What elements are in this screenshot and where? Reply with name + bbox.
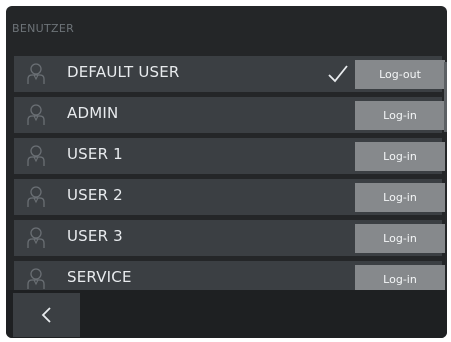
user-name: ADMIN bbox=[67, 104, 119, 122]
page-title: BENUTZER bbox=[12, 22, 75, 35]
user-row-admin: ADMIN Log-in bbox=[14, 97, 445, 133]
user-icon bbox=[27, 104, 45, 125]
user-row-user-3: USER 3 Log-in bbox=[14, 220, 445, 256]
check-icon bbox=[328, 65, 348, 83]
login-button[interactable]: Log-in bbox=[355, 142, 445, 171]
user-icon bbox=[27, 63, 45, 84]
back-button[interactable] bbox=[13, 293, 80, 337]
user-row-user-2: USER 2 Log-in bbox=[14, 179, 445, 215]
login-button[interactable]: Log-in bbox=[355, 265, 445, 290]
login-button[interactable]: Log-in bbox=[355, 183, 445, 212]
login-button[interactable]: Log-in bbox=[355, 224, 445, 253]
scrollbar-thumb[interactable] bbox=[444, 62, 447, 132]
user-list[interactable]: DEFAULT USER Log-out ADMIN Log-in USER 1… bbox=[6, 56, 447, 290]
login-button[interactable]: Log-in bbox=[355, 101, 445, 130]
user-icon bbox=[27, 186, 45, 207]
user-row-user-1: USER 1 Log-in bbox=[14, 138, 445, 174]
user-icon bbox=[27, 227, 45, 248]
user-name: DEFAULT USER bbox=[67, 63, 180, 81]
user-name: SERVICE bbox=[67, 268, 132, 286]
logout-button[interactable]: Log-out bbox=[355, 60, 445, 89]
user-row-default-user: DEFAULT USER Log-out bbox=[14, 56, 445, 92]
user-name: USER 2 bbox=[67, 186, 123, 204]
footer-bar bbox=[6, 290, 447, 338]
user-row-service: SERVICE Log-in bbox=[14, 261, 445, 290]
user-icon bbox=[27, 268, 45, 289]
user-name: USER 1 bbox=[67, 145, 123, 163]
chevron-left-icon bbox=[41, 307, 51, 323]
users-screen: BENUTZER DEFAULT USER Log-out ADMIN Log-… bbox=[6, 6, 447, 338]
header: BENUTZER bbox=[6, 6, 447, 48]
user-icon bbox=[27, 145, 45, 166]
user-name: USER 3 bbox=[67, 227, 123, 245]
scrollbar[interactable] bbox=[444, 56, 447, 290]
